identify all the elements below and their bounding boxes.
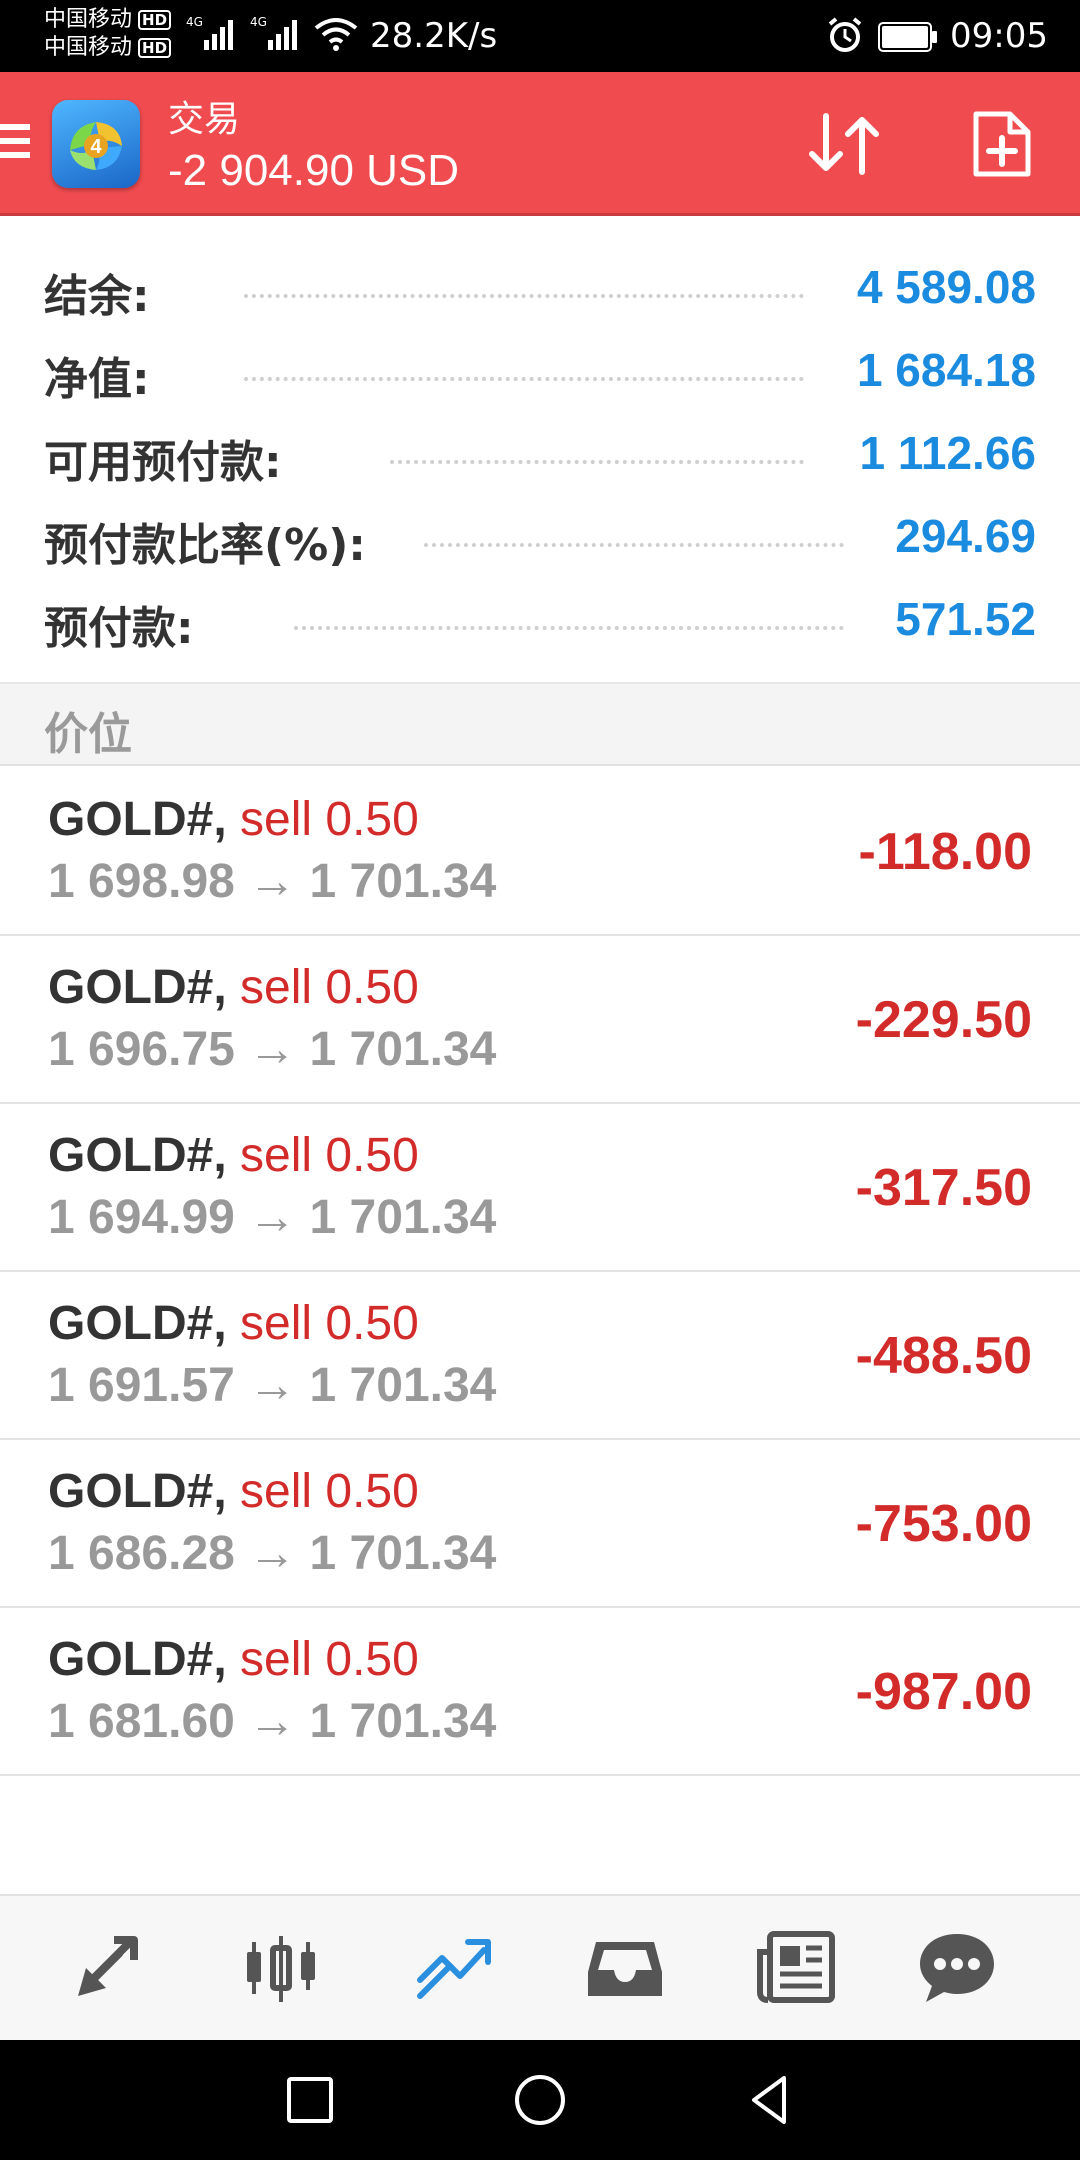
position-type: sell 0.50 <box>240 1297 419 1350</box>
app-bar: 4 交易 -2 904.90 USD <box>0 72 1080 216</box>
dotted-leader <box>244 377 804 381</box>
position-row[interactable]: GOLD#, sell 0.50 1 686.28 → 1 701.34 -75… <box>0 1440 1080 1608</box>
position-symbol: GOLD#, <box>48 961 227 1014</box>
position-type: sell 0.50 <box>240 1129 419 1182</box>
summary-row-margin-level: 预付款比率(%): 294.69 <box>0 497 1080 580</box>
page-title: 交易 <box>168 99 241 140</box>
recent-apps-icon[interactable] <box>280 2070 340 2130</box>
network-speed: 28.2K/s <box>370 16 498 56</box>
summary-label: 净值: <box>44 354 150 405</box>
positions-list: GOLD#, sell 0.50 1 698.98 → 1 701.34 -11… <box>0 768 1080 1776</box>
carrier-name-2: 中国移动 <box>44 35 133 60</box>
position-profit: -987.00 <box>855 1663 1032 1721</box>
position-prices: 1 681.60 → 1 701.34 <box>48 1695 497 1748</box>
summary-value: 1 112.66 <box>859 427 1036 479</box>
new-order-button[interactable] <box>970 108 1034 180</box>
position-prices: 1 698.98 → 1 701.34 <box>48 855 497 908</box>
position-symbol: GOLD#, <box>48 1465 227 1518</box>
position-profit: -488.50 <box>855 1327 1032 1385</box>
hd-badge-2: HD <box>138 38 172 58</box>
position-profit: -753.00 <box>855 1495 1032 1553</box>
history-inbox-icon[interactable] <box>580 1922 670 2012</box>
signal-icon-1: 4G <box>186 15 233 50</box>
section-title: 价位 <box>44 709 132 760</box>
position-profit: -118.00 <box>858 823 1033 881</box>
position-row[interactable]: GOLD#, sell 0.50 1 696.75 → 1 701.34 -22… <box>0 936 1080 1104</box>
position-type: sell 0.50 <box>240 1633 419 1686</box>
chat-icon[interactable] <box>912 1922 1002 2012</box>
network-type-1: 4G <box>186 15 203 29</box>
menu-icon[interactable] <box>0 124 30 164</box>
summary-label: 预付款: <box>44 603 194 654</box>
dotted-leader <box>390 460 804 464</box>
wifi-icon <box>314 18 358 51</box>
hd-badge-1: HD <box>138 10 172 30</box>
carrier-name-1: 中国移动 <box>44 7 133 32</box>
summary-value: 1 684.18 <box>856 344 1036 396</box>
dotted-leader <box>424 543 844 547</box>
position-symbol: GOLD#, <box>48 1129 227 1182</box>
clock-time: 09:05 <box>950 16 1048 56</box>
position-prices: 1 686.28 → 1 701.34 <box>48 1527 497 1580</box>
status-bar: 中国移动 HD 中国移动 HD 4G 4G 28.2K/s 09:05 <box>0 0 1080 72</box>
summary-value: 571.52 <box>895 593 1036 645</box>
alarm-icon <box>828 17 862 52</box>
position-row[interactable]: GOLD#, sell 0.50 1 698.98 → 1 701.34 -11… <box>0 768 1080 936</box>
battery-icon <box>878 22 937 52</box>
position-type: sell 0.50 <box>240 961 419 1014</box>
news-icon[interactable] <box>752 1922 842 2012</box>
summary-row-equity: 净值: 1 684.18 <box>0 331 1080 414</box>
summary-row-free-margin: 可用预付款: 1 112.66 <box>0 414 1080 497</box>
position-type: sell 0.50 <box>240 1465 419 1518</box>
position-profit: -229.50 <box>855 991 1032 1049</box>
summary-label: 结余: <box>44 271 150 322</box>
summary-label: 预付款比率(%): <box>44 520 366 571</box>
quotes-arrows-icon[interactable] <box>64 1922 154 2012</box>
position-row[interactable]: GOLD#, sell 0.50 1 681.60 → 1 701.34 -98… <box>0 1608 1080 1776</box>
logo-badge-number: 4 <box>90 136 102 158</box>
summary-row-margin: 预付款: 571.52 <box>0 580 1080 663</box>
position-symbol: GOLD#, <box>48 1633 227 1686</box>
metatrader-logo-icon: 4 <box>52 100 140 188</box>
summary-label: 可用预付款: <box>44 437 282 488</box>
position-prices: 1 694.99 → 1 701.34 <box>48 1191 497 1244</box>
position-prices: 1 691.57 → 1 701.34 <box>48 1359 497 1412</box>
trade-trend-icon[interactable] <box>408 1922 498 2012</box>
summary-value: 4 589.08 <box>856 261 1036 313</box>
position-profit: -317.50 <box>855 1159 1032 1217</box>
position-row[interactable]: GOLD#, sell 0.50 1 694.99 → 1 701.34 -31… <box>0 1104 1080 1272</box>
carrier-info: 中国移动 HD 中国移动 HD <box>44 6 172 62</box>
bottom-navigation <box>0 1894 1080 2040</box>
candlestick-chart-icon[interactable] <box>236 1922 326 2012</box>
summary-row-balance: 结余: 4 589.08 <box>0 248 1080 331</box>
position-type: sell 0.50 <box>240 793 419 846</box>
back-icon[interactable] <box>740 2070 800 2130</box>
dotted-leader <box>244 294 804 298</box>
position-symbol: GOLD#, <box>48 793 227 846</box>
position-prices: 1 696.75 → 1 701.34 <box>48 1023 497 1076</box>
signal-icon-2: 4G <box>250 15 297 50</box>
home-icon[interactable] <box>510 2070 570 2130</box>
position-row[interactable]: GOLD#, sell 0.50 1 691.57 → 1 701.34 -48… <box>0 1272 1080 1440</box>
account-summary: 结余: 4 589.08 净值: 1 684.18 可用预付款: 1 112.6… <box>0 248 1080 663</box>
summary-value: 294.69 <box>895 510 1036 562</box>
position-symbol: GOLD#, <box>48 1297 227 1350</box>
floating-profit-summary: -2 904.90 USD <box>168 146 460 195</box>
dotted-leader <box>294 626 844 630</box>
system-navigation-bar <box>0 2040 1080 2160</box>
positions-section-header: 价位 <box>0 684 1080 766</box>
sort-button[interactable] <box>804 108 884 180</box>
network-type-2: 4G <box>250 15 267 29</box>
